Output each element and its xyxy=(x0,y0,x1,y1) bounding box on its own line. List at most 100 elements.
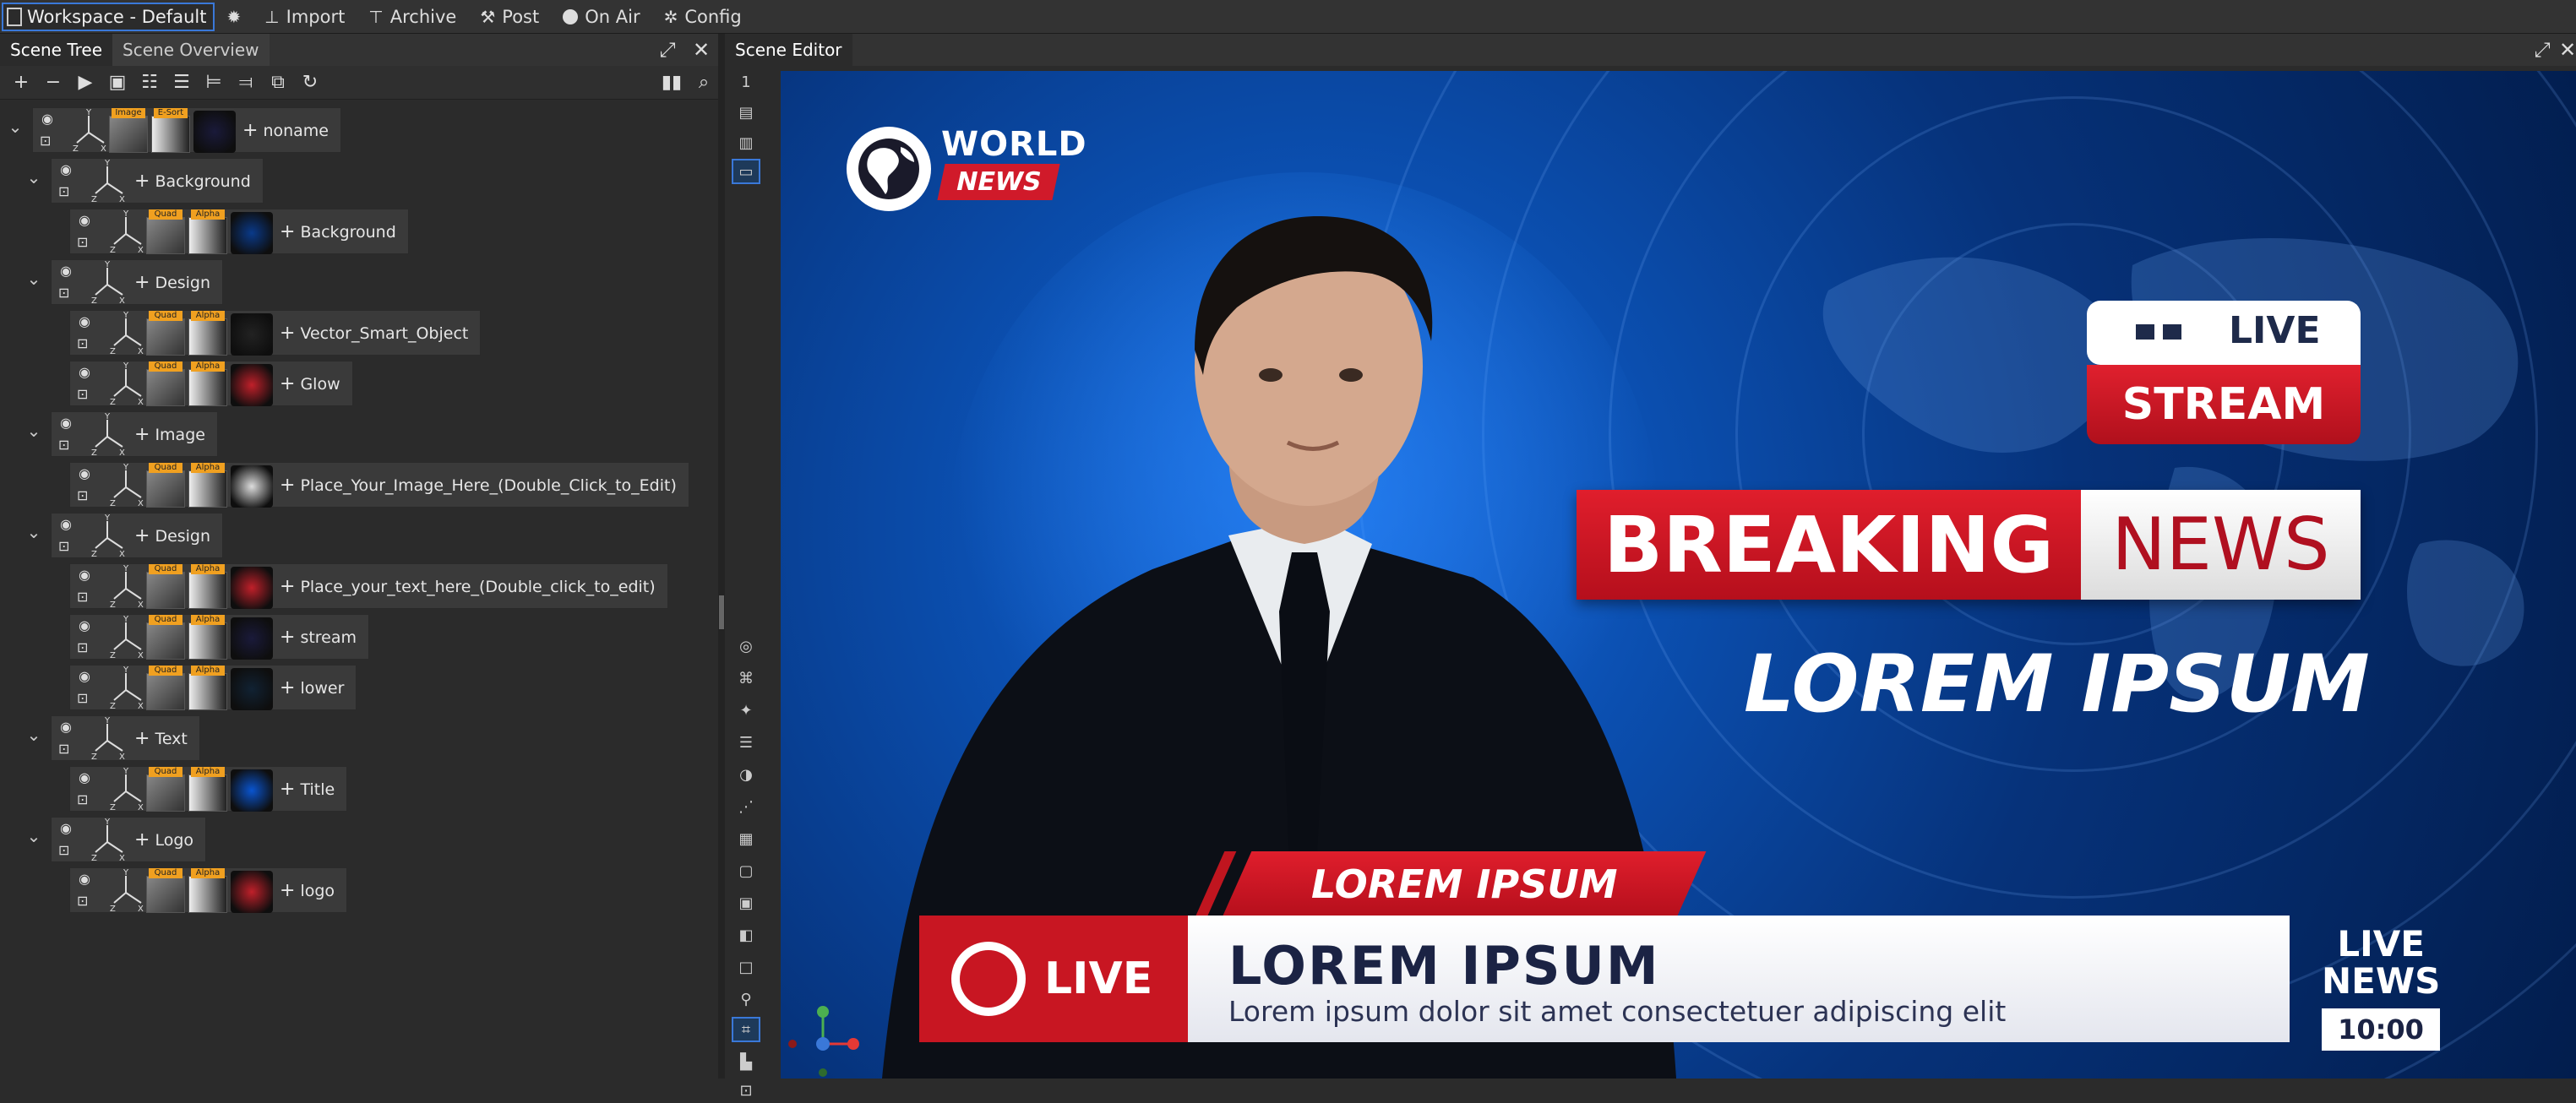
geometry-thumb-icon[interactable]: Quad xyxy=(146,564,185,609)
tab-scene-overview[interactable]: Scene Overview xyxy=(112,34,270,66)
texture-thumb-icon[interactable] xyxy=(231,567,273,609)
calendar-icon[interactable]: ▦ xyxy=(732,826,760,851)
lock-icon[interactable]: ⊡ xyxy=(58,183,69,199)
expand-plus-icon[interactable]: + xyxy=(280,779,295,800)
expand-plus-icon[interactable]: + xyxy=(280,576,295,597)
lock-icon[interactable]: ⊡ xyxy=(58,285,69,301)
sliders-icon[interactable]: ☰ xyxy=(732,730,760,755)
contrast-icon[interactable]: ◑ xyxy=(732,762,760,787)
panel-splitter[interactable] xyxy=(718,34,725,1079)
eye-icon[interactable]: ◉ xyxy=(79,871,90,887)
tree-row[interactable]: ◉ ⊡ Y Z X Image E-Sort + noname xyxy=(32,105,341,155)
transform-axes-icon[interactable]: Y Z X xyxy=(89,158,128,204)
merge-icon[interactable]: ▣ xyxy=(103,68,132,97)
lock-icon[interactable]: ⊡ xyxy=(40,133,51,149)
alpha-thumb-icon[interactable]: Alpha xyxy=(188,564,227,609)
chevron-down-icon[interactable]: ⌄ xyxy=(24,269,44,289)
texture-thumb-icon[interactable] xyxy=(231,871,273,913)
tree-row[interactable]: ◉ ⊡ Y Z X Quad Alpha + Place_Your_Image_Here_(Do… xyxy=(69,459,689,510)
tree-row[interactable]: ◉ ⊡ Y Z X Quad Alpha + Glow xyxy=(69,358,353,409)
tree-row[interactable]: ◉ ⊡ Y Z X Quad Alpha + lower xyxy=(69,662,357,713)
tree-node[interactable]: ◉ ⊡ Y Z X Quad Alpha + Glow xyxy=(69,361,353,406)
eye-icon[interactable]: ◉ xyxy=(60,516,72,532)
expand-plus-icon[interactable]: + xyxy=(280,475,295,496)
eye-icon[interactable]: ◉ xyxy=(60,415,72,431)
alpha-thumb-icon[interactable]: Alpha xyxy=(188,615,227,660)
expand-plus-icon[interactable]: + xyxy=(134,424,150,445)
expand-plus-icon[interactable]: + xyxy=(280,677,295,698)
tree-row[interactable]: ◉ ⊡ Y Z X Quad Alpha + Background xyxy=(69,206,409,257)
transform-axes-icon[interactable]: Y Z X xyxy=(107,766,146,812)
alpha-thumb-icon[interactable]: Alpha xyxy=(188,311,227,356)
tree-node[interactable]: ◉ ⊡ Y Z X + Image xyxy=(51,411,218,457)
expand-plus-icon[interactable]: + xyxy=(134,728,150,749)
align-left-icon[interactable]: ⊨ xyxy=(199,68,228,97)
alpha-thumb-icon[interactable]: Alpha xyxy=(188,868,227,913)
alpha-thumb-icon[interactable]: E-Sort xyxy=(151,108,190,153)
alpha-thumb-icon[interactable]: Alpha xyxy=(188,767,227,812)
eye-icon[interactable]: ◉ xyxy=(79,668,90,684)
tree-node[interactable]: ◉ ⊡ Y Z X + Design xyxy=(51,259,224,305)
tree-node-label[interactable]: + stream xyxy=(273,627,368,648)
import-button[interactable]: ⊥ Import xyxy=(253,0,357,34)
transform-axes-icon[interactable]: Y Z X xyxy=(107,361,146,406)
tree-node[interactable]: ◉ ⊡ Y Z X Quad Alpha + Place_your_text_here_(Dou… xyxy=(69,563,668,609)
texture-thumb-icon[interactable] xyxy=(231,465,273,508)
rect-icon[interactable]: □ xyxy=(732,954,760,980)
tree-node-label[interactable]: + Glow xyxy=(273,373,352,394)
expand-plus-icon[interactable]: + xyxy=(280,323,295,344)
lock-icon[interactable]: ⊡ xyxy=(77,487,88,503)
transform-axes-icon[interactable]: Y Z X xyxy=(107,209,146,254)
tree-row[interactable]: ◉ ⊡ Y Z X Quad Alpha + Place_your_text_here_(Dou… xyxy=(69,561,668,611)
transform-icon[interactable]: ⌗ xyxy=(732,1017,760,1042)
transform-axes-icon[interactable]: Y Z X xyxy=(70,107,109,153)
tree-node[interactable]: ◉ ⊡ Y Z X Quad Alpha + Background xyxy=(69,209,409,254)
tree-node-label[interactable]: + Place_Your_Image_Here_(Double_Click_to_… xyxy=(273,475,689,496)
tree-row[interactable]: ◉ ⊡ Y Z X Quad Alpha + Title xyxy=(69,763,348,814)
light-icon[interactable]: ✦ xyxy=(732,698,760,723)
lock-icon[interactable]: ⊡ xyxy=(58,538,69,554)
tree-row[interactable]: ◉ ⊡ Y Z X Quad Alpha + logo xyxy=(69,865,348,916)
tree-node-label[interactable]: + Design xyxy=(128,272,222,293)
play-icon[interactable]: ▶ xyxy=(71,68,100,97)
geometry-thumb-icon[interactable]: Quad xyxy=(146,767,185,812)
tree-node-label[interactable]: + Design xyxy=(128,525,222,546)
lock-icon[interactable]: ⊡ xyxy=(77,234,88,250)
tree-node-label[interactable]: + noname xyxy=(236,120,340,141)
lock-icon[interactable]: ⊡ xyxy=(77,893,88,909)
camera-icon[interactable]: ⌘ xyxy=(732,666,760,691)
geometry-thumb-icon[interactable]: Quad xyxy=(146,666,185,710)
texture-thumb-icon[interactable] xyxy=(231,313,273,356)
transform-axes-icon[interactable]: Y Z X xyxy=(89,411,128,457)
lock-icon[interactable]: ⊡ xyxy=(58,437,69,453)
chart-icon[interactable]: ▮▮ xyxy=(657,68,686,97)
chevron-down-icon[interactable]: ⌄ xyxy=(24,522,44,542)
tree-node[interactable]: ◉ ⊡ Y Z X + Logo xyxy=(51,817,206,862)
tree-node-label[interactable]: + lower xyxy=(273,677,356,698)
tree-row[interactable]: ◉ ⊡ Y Z X + Image xyxy=(51,409,218,459)
tree-row[interactable]: ◉ ⊡ Y Z X Quad Alpha + stream xyxy=(69,611,370,662)
geometry-thumb-icon[interactable]: Quad xyxy=(146,868,185,913)
transform-axes-icon[interactable]: Y Z X xyxy=(107,310,146,356)
tree-row[interactable]: ◉ ⊡ Y Z X + Design xyxy=(51,257,224,307)
layer-number[interactable]: 1 xyxy=(732,69,760,95)
transform-axes-icon[interactable]: Y Z X xyxy=(89,817,128,862)
axis-icon[interactable]: ⋰ xyxy=(732,794,760,819)
eye-icon[interactable]: ◉ xyxy=(79,364,90,380)
tree-node-label[interactable]: + Logo xyxy=(128,829,205,850)
add-icon[interactable]: + xyxy=(7,68,35,97)
layer-mid-icon[interactable]: ▥ xyxy=(732,130,760,155)
alpha-thumb-icon[interactable]: Alpha xyxy=(188,209,227,254)
tree-node[interactable]: ◉ ⊡ Y Z X Quad Alpha + Title xyxy=(69,766,348,812)
eye-icon[interactable]: ◉ xyxy=(60,820,72,836)
lock-icon[interactable]: ⊡ xyxy=(77,386,88,402)
geometry-thumb-icon[interactable]: Quad xyxy=(146,311,185,356)
expand-plus-icon[interactable]: + xyxy=(242,120,258,141)
maximize-icon[interactable]: ⤢ xyxy=(651,34,684,66)
frame2-icon[interactable]: ▣ xyxy=(732,890,760,916)
tree-node[interactable]: ◉ ⊡ Y Z X Quad Alpha + stream xyxy=(69,614,370,660)
tree-node[interactable]: ◉ ⊡ Y Z X + Design xyxy=(51,513,224,558)
lock-icon[interactable]: ⊡ xyxy=(77,690,88,706)
tree-row[interactable]: ◉ ⊡ Y Z X + Design xyxy=(51,510,224,561)
eye-icon[interactable]: ◉ xyxy=(41,111,53,127)
